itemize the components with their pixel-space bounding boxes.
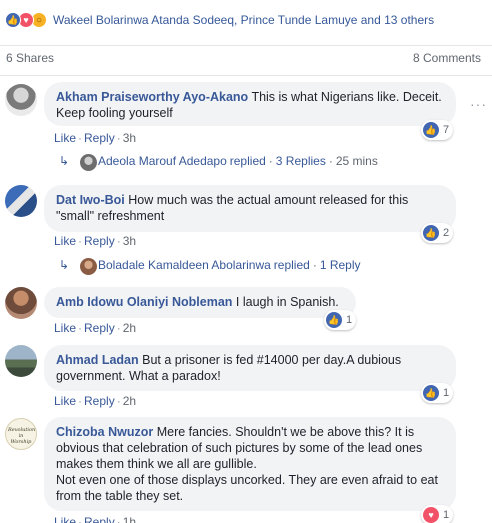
comment-time[interactable]: 2h [123, 394, 136, 408]
like-button[interactable]: Like [54, 234, 76, 248]
reply-button[interactable]: Reply [84, 234, 115, 248]
reaction-badge[interactable]: 👍 1 [421, 383, 454, 403]
like-button[interactable]: Like [54, 321, 76, 335]
comment-actions: Like · Reply · 3h [54, 234, 137, 248]
reactors-text[interactable]: Wakeel Bolarinwa Atanda Sodeeq, Prince T… [53, 13, 434, 27]
comment-bubble: Chizoba Nwuzor Mere fancies. Shouldn't w… [44, 417, 456, 511]
comment-text: I laugh in Spanish. [235, 295, 339, 309]
shares-count[interactable]: 6 Shares [6, 51, 54, 65]
reply-count[interactable]: 3 Replies [276, 154, 326, 168]
more-options-icon[interactable]: ··· [470, 96, 487, 112]
comment-text-continued: Not even one of those displays uncorked.… [56, 473, 438, 503]
reactions-summary[interactable]: 👍 ♥ ○ Wakeel Bolarinwa Atanda Sodeeq, Pr… [0, 0, 492, 40]
reaction-count: 2 [443, 227, 450, 239]
comment-author[interactable]: Amb Idowu Olaniyi Nobleman [56, 295, 232, 309]
like-icon: 👍 [423, 225, 439, 241]
comment-bubble: Dat Iwo-Boi How much was the actual amou… [44, 185, 456, 232]
reply-button[interactable]: Reply [84, 394, 115, 408]
like-icon: 👍 [423, 122, 439, 138]
comment-author[interactable]: Dat Iwo-Boi [56, 193, 125, 207]
avatar[interactable]: Revolution in Worship [5, 418, 37, 450]
reaction-count: 7 [443, 124, 450, 136]
like-icon: 👍 [326, 312, 342, 328]
like-button[interactable]: Like [54, 131, 76, 145]
reply-replied: replied [229, 154, 266, 168]
like-button[interactable]: Like [54, 394, 76, 408]
comment-actions: Like · Reply · 2h [54, 321, 137, 335]
reply-button[interactable]: Reply [84, 515, 115, 523]
replies-link[interactable]: ↳ Boladale Kamaldeen Abolarinwa replied … [59, 258, 361, 272]
comment-bubble: Akham Praiseworthy Ayo-Akano This is wha… [44, 82, 456, 126]
comment-author[interactable]: Chizoba Nwuzor [56, 425, 153, 439]
comment-bubble: Amb Idowu Olaniyi Nobleman I laugh in Sp… [44, 287, 356, 318]
reply-author[interactable]: Adeola Marouf Adedapo [98, 154, 227, 168]
avatar[interactable] [5, 84, 37, 116]
reply-author[interactable]: Boladale Kamaldeen Abolarinwa [98, 258, 271, 272]
reaction-badge[interactable]: ♥ 1 [421, 505, 454, 523]
love-icon: ♥ [423, 507, 439, 523]
comment-author[interactable]: Akham Praiseworthy Ayo-Akano [56, 90, 248, 104]
like-icon: 👍 [5, 12, 21, 28]
reply-time: 25 mins [335, 154, 378, 168]
comment-time[interactable]: 1h [123, 515, 136, 523]
reply-count[interactable]: 1 Reply [320, 258, 361, 272]
reaction-count: 1 [443, 387, 450, 399]
reply-replied: replied [273, 258, 310, 272]
reaction-badge[interactable]: 👍 7 [421, 120, 454, 140]
avatar[interactable] [5, 345, 37, 377]
comment-actions: Like · Reply · 2h [54, 394, 137, 408]
comment-bubble: Ahmad Ladan But a prisoner is fed #14000… [44, 345, 456, 391]
post-stats: 6 Shares 8 Comments [0, 45, 492, 69]
replies-link[interactable]: ↳ Adeola Marouf Adedapo replied · 3 Repl… [59, 154, 378, 168]
comments-count[interactable]: 8 Comments [413, 51, 481, 65]
comment-author[interactable]: Ahmad Ladan [56, 353, 139, 367]
reply-button[interactable]: Reply [84, 131, 115, 145]
divider [0, 75, 492, 76]
reaction-badge[interactable]: 👍 2 [421, 223, 454, 243]
like-button[interactable]: Like [54, 515, 76, 523]
comment-time[interactable]: 3h [123, 234, 136, 248]
reply-arrow-icon: ↳ [59, 154, 70, 168]
comment-actions: Like · Reply · 1h [54, 515, 136, 523]
reaction-count: 1 [443, 509, 450, 521]
comment-actions: Like · Reply · 3h [54, 131, 137, 145]
avatar[interactable] [5, 287, 37, 319]
reaction-badge[interactable]: 👍 1 [324, 310, 357, 330]
avatar-logo-text: Revolution in Worship [8, 427, 36, 445]
reaction-count: 1 [346, 314, 353, 326]
comment-time[interactable]: 3h [123, 131, 136, 145]
avatar[interactable] [5, 185, 37, 217]
reply-arrow-icon: ↳ [59, 258, 70, 272]
comment-time[interactable]: 2h [123, 321, 136, 335]
reply-button[interactable]: Reply [84, 321, 115, 335]
like-icon: 👍 [423, 385, 439, 401]
